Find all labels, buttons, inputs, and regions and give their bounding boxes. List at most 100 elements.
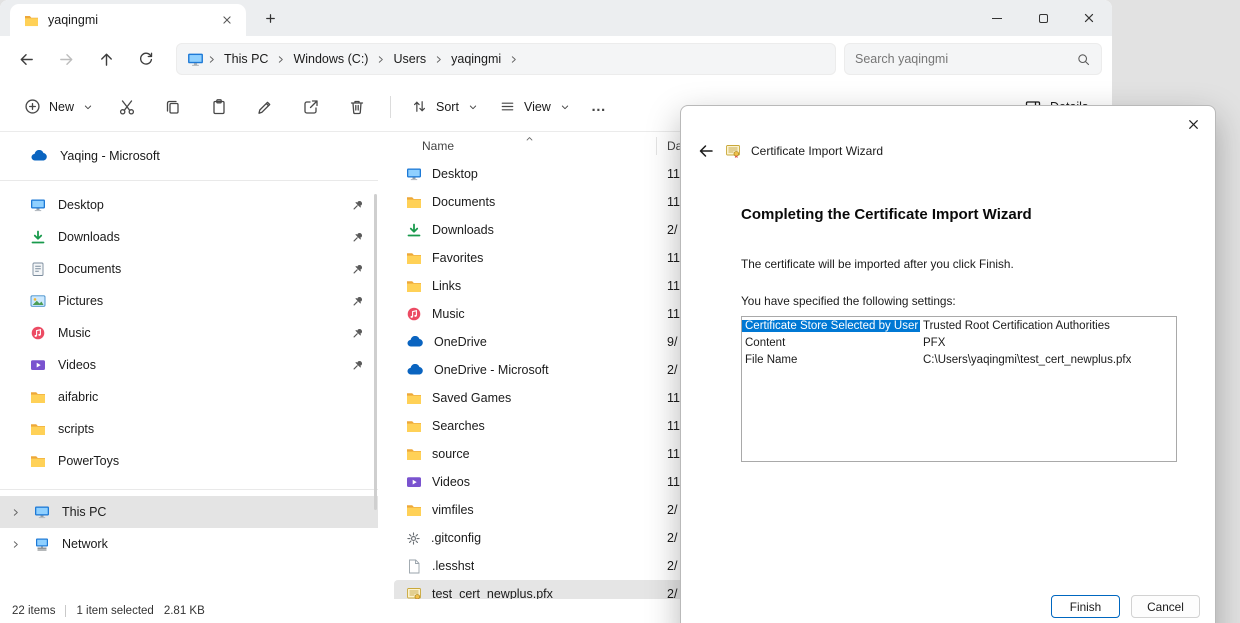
- settings-row-content[interactable]: Content PFX: [742, 334, 1176, 351]
- view-button[interactable]: View: [489, 89, 581, 125]
- file-row[interactable]: OneDrive 9/: [394, 328, 696, 356]
- close-icon: [1081, 10, 1097, 26]
- file-row[interactable]: Videos 11: [394, 468, 696, 496]
- minimize-button[interactable]: [974, 0, 1020, 36]
- file-name: OneDrive: [434, 335, 487, 349]
- maximize-icon: [1039, 14, 1048, 23]
- wizard-body: Completing the Certificate Import Wizard…: [681, 164, 1215, 462]
- file-row[interactable]: OneDrive - Microsoft 2/: [394, 356, 696, 384]
- this-pc-icon: [34, 505, 50, 519]
- sort-ascending-icon: [524, 133, 535, 144]
- sidebar-item-this-pc[interactable]: This PC: [0, 496, 378, 528]
- sidebar-item-downloads[interactable]: Downloads: [0, 221, 378, 253]
- sidebar-item-label: PowerToys: [58, 454, 364, 468]
- sidebar-item-aifabric[interactable]: aifabric: [0, 381, 378, 413]
- copy-button[interactable]: [153, 89, 193, 125]
- file-row[interactable]: Documents 11: [394, 188, 696, 216]
- setting-value: C:\Users\yaqingmi\test_cert_newplus.pfx: [920, 354, 1131, 366]
- maximize-button[interactable]: [1020, 0, 1066, 36]
- wizard-heading: Completing the Certificate Import Wizard: [741, 206, 1175, 223]
- file-date: 11: [667, 391, 680, 405]
- statusbar-divider: [65, 605, 66, 617]
- sidebar-item-network[interactable]: Network: [0, 528, 378, 560]
- wizard-buttons: Finish Cancel: [1051, 595, 1200, 618]
- minimize-icon: [992, 18, 1002, 19]
- sort-button[interactable]: Sort: [401, 89, 489, 125]
- finish-button[interactable]: Finish: [1051, 595, 1120, 618]
- wizard-back-button[interactable]: [697, 142, 715, 160]
- new-button[interactable]: New: [14, 89, 104, 125]
- tab-close-button[interactable]: [216, 9, 238, 31]
- forward-button[interactable]: [49, 42, 83, 76]
- file-name: .lesshst: [432, 559, 474, 573]
- onedrive-cloud-icon: [406, 364, 424, 376]
- file-row[interactable]: Favorites 11: [394, 244, 696, 272]
- pin-icon: [351, 327, 364, 340]
- sidebar-item-label: This PC: [62, 505, 364, 519]
- sidebar-item-documents[interactable]: Documents: [0, 253, 378, 285]
- paste-button[interactable]: [199, 89, 239, 125]
- settings-row-filename[interactable]: File Name C:\Users\yaqingmi\test_cert_ne…: [742, 351, 1176, 368]
- delete-button[interactable]: [337, 89, 377, 125]
- videos-icon: [30, 358, 46, 372]
- file-name: Links: [432, 279, 461, 293]
- column-header-name[interactable]: Name: [422, 139, 454, 153]
- sidebar-item-desktop[interactable]: Desktop: [0, 189, 378, 221]
- sidebar-item-powertoys[interactable]: PowerToys: [0, 445, 378, 477]
- dialog-close-button[interactable]: [1177, 111, 1209, 137]
- network-icon: [34, 537, 50, 551]
- file-row[interactable]: Music 11: [394, 300, 696, 328]
- file-row[interactable]: Links 11: [394, 272, 696, 300]
- cut-button[interactable]: [107, 89, 147, 125]
- folder-icon: [406, 279, 422, 293]
- refresh-button[interactable]: [129, 42, 163, 76]
- breadcrumb-item[interactable]: Windows (C:): [288, 52, 373, 66]
- rename-button[interactable]: [245, 89, 285, 125]
- file-row[interactable]: Searches 11: [394, 412, 696, 440]
- file-row[interactable]: Downloads 2/: [394, 216, 696, 244]
- expand-chevron-icon[interactable]: [8, 507, 22, 518]
- file-date: 2/: [667, 559, 677, 573]
- search-input[interactable]: [855, 52, 1076, 66]
- close-button[interactable]: [1066, 0, 1112, 36]
- breadcrumb-item[interactable]: yaqingmi: [446, 52, 506, 66]
- sidebar-item-scripts[interactable]: scripts: [0, 413, 378, 445]
- toolbar-divider: [390, 96, 391, 118]
- share-button[interactable]: [291, 89, 331, 125]
- file-date: 11: [667, 167, 680, 181]
- sidebar-item-pictures[interactable]: Pictures: [0, 285, 378, 317]
- back-button[interactable]: [9, 42, 43, 76]
- refresh-icon: [138, 51, 154, 67]
- search-box[interactable]: [844, 43, 1102, 75]
- cancel-button[interactable]: Cancel: [1131, 595, 1200, 618]
- breadcrumb-item[interactable]: Users: [388, 52, 431, 66]
- sidebar-item-music[interactable]: Music: [0, 317, 378, 349]
- file-row[interactable]: Desktop 11: [394, 160, 696, 188]
- sidebar-scrollbar[interactable]: [374, 194, 377, 510]
- file-row[interactable]: .gitconfig 2/: [394, 524, 696, 552]
- file-row[interactable]: vimfiles 2/: [394, 496, 696, 524]
- explorer-tab[interactable]: yaqingmi: [10, 4, 246, 36]
- sidebar-divider: [0, 489, 378, 490]
- pin-icon: [351, 359, 364, 372]
- sidebar-item-label: Network: [62, 537, 364, 551]
- file-row[interactable]: source 11: [394, 440, 696, 468]
- pin-icon: [351, 231, 364, 244]
- file-row[interactable]: Saved Games 11: [394, 384, 696, 412]
- sidebar-item-onedrive[interactable]: Yaqing - Microsoft: [0, 140, 378, 172]
- more-options-button[interactable]: …: [581, 89, 617, 125]
- breadcrumb-item[interactable]: This PC: [219, 52, 273, 66]
- new-tab-button[interactable]: [256, 4, 284, 32]
- up-button[interactable]: [89, 42, 123, 76]
- column-divider[interactable]: [656, 137, 657, 155]
- settings-list[interactable]: Certificate Store Selected by User Trust…: [741, 316, 1177, 462]
- file-row[interactable]: .lesshst 2/: [394, 552, 696, 580]
- file-date: 11: [667, 307, 680, 321]
- sidebar-item-videos[interactable]: Videos: [0, 349, 378, 381]
- address-bar[interactable]: This PC Windows (C:) Users yaqingmi: [176, 43, 836, 75]
- sidebar-item-label: Documents: [58, 262, 339, 276]
- onedrive-cloud-icon: [406, 336, 424, 348]
- chevron-right-icon: [508, 54, 519, 65]
- settings-row-store[interactable]: Certificate Store Selected by User Trust…: [742, 317, 1176, 334]
- expand-chevron-icon[interactable]: [8, 539, 22, 550]
